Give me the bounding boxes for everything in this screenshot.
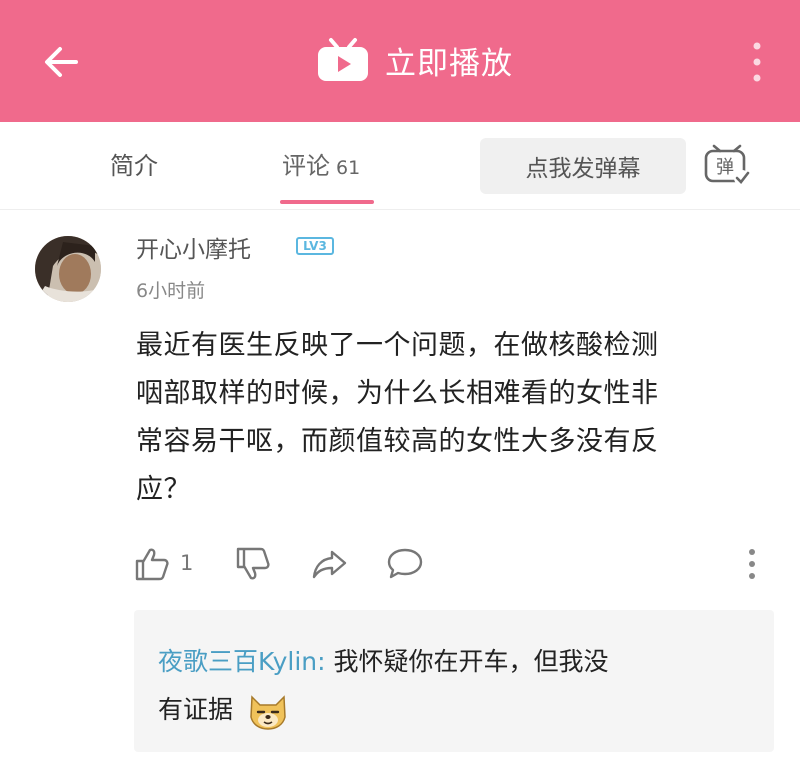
send-danmaku-button[interactable]: 点我发弹幕 xyxy=(480,138,686,194)
comment-body: 最近有医生反映了一个问题，在做核酸检测 咽部取样的时候，为什么长相难看的女性非 … xyxy=(136,322,776,514)
doge-emoji-icon xyxy=(250,695,286,730)
level-badge: LV3 xyxy=(296,237,334,255)
comment-username[interactable]: 开心小摩托 xyxy=(136,230,251,264)
like-count: 1 xyxy=(180,551,194,575)
avatar[interactable] xyxy=(35,236,101,302)
thumbs-down-icon[interactable] xyxy=(235,546,271,582)
back-arrow-icon[interactable] xyxy=(40,40,84,84)
thumbs-up-icon[interactable] xyxy=(134,546,170,582)
tab-comments[interactable]: 评论 61 xyxy=(282,146,360,181)
play-now-button[interactable]: 立即播放 xyxy=(315,35,513,85)
play-now-label: 立即播放 xyxy=(385,45,513,82)
reply-text: 有证据 xyxy=(158,695,234,724)
top-bar: 立即播放 xyxy=(0,0,800,122)
share-icon[interactable] xyxy=(310,546,348,582)
more-vertical-icon[interactable] xyxy=(740,38,774,86)
comment-line: 应？ xyxy=(136,474,191,505)
active-tab-indicator xyxy=(280,200,374,204)
reply-line: 夜歌三百Kylin: 我怀疑你在开车，但我没 xyxy=(158,640,609,684)
comment-line: 常容易干呕，而颜值较高的女性大多没有反 xyxy=(136,426,659,457)
tab-intro[interactable]: 简介 xyxy=(110,146,158,181)
reply-text: 我怀疑你在开车，但我没 xyxy=(333,647,609,676)
comment-line: 最近有医生反映了一个问题，在做核酸检测 xyxy=(136,330,659,361)
comments-count: 61 xyxy=(336,157,361,179)
avatar-image xyxy=(35,236,101,302)
tab-comments-label: 评论 xyxy=(282,152,330,180)
comment-timestamp: 6小时前 xyxy=(136,280,206,302)
reply-author[interactable]: 夜歌三百Kylin xyxy=(158,647,317,676)
divider xyxy=(0,209,800,210)
danmaku-toggle-icon[interactable]: 弹 xyxy=(702,140,752,190)
reply-bubble-icon[interactable] xyxy=(386,546,424,580)
tv-play-icon xyxy=(318,38,368,81)
reply-line: 有证据 xyxy=(158,688,289,732)
comment-line: 咽部取样的时候，为什么长相难看的女性非 xyxy=(136,378,659,409)
reply-separator: : xyxy=(317,647,334,676)
more-vertical-icon[interactable] xyxy=(740,544,764,584)
danmaku-icon-text: 弹 xyxy=(716,157,734,178)
